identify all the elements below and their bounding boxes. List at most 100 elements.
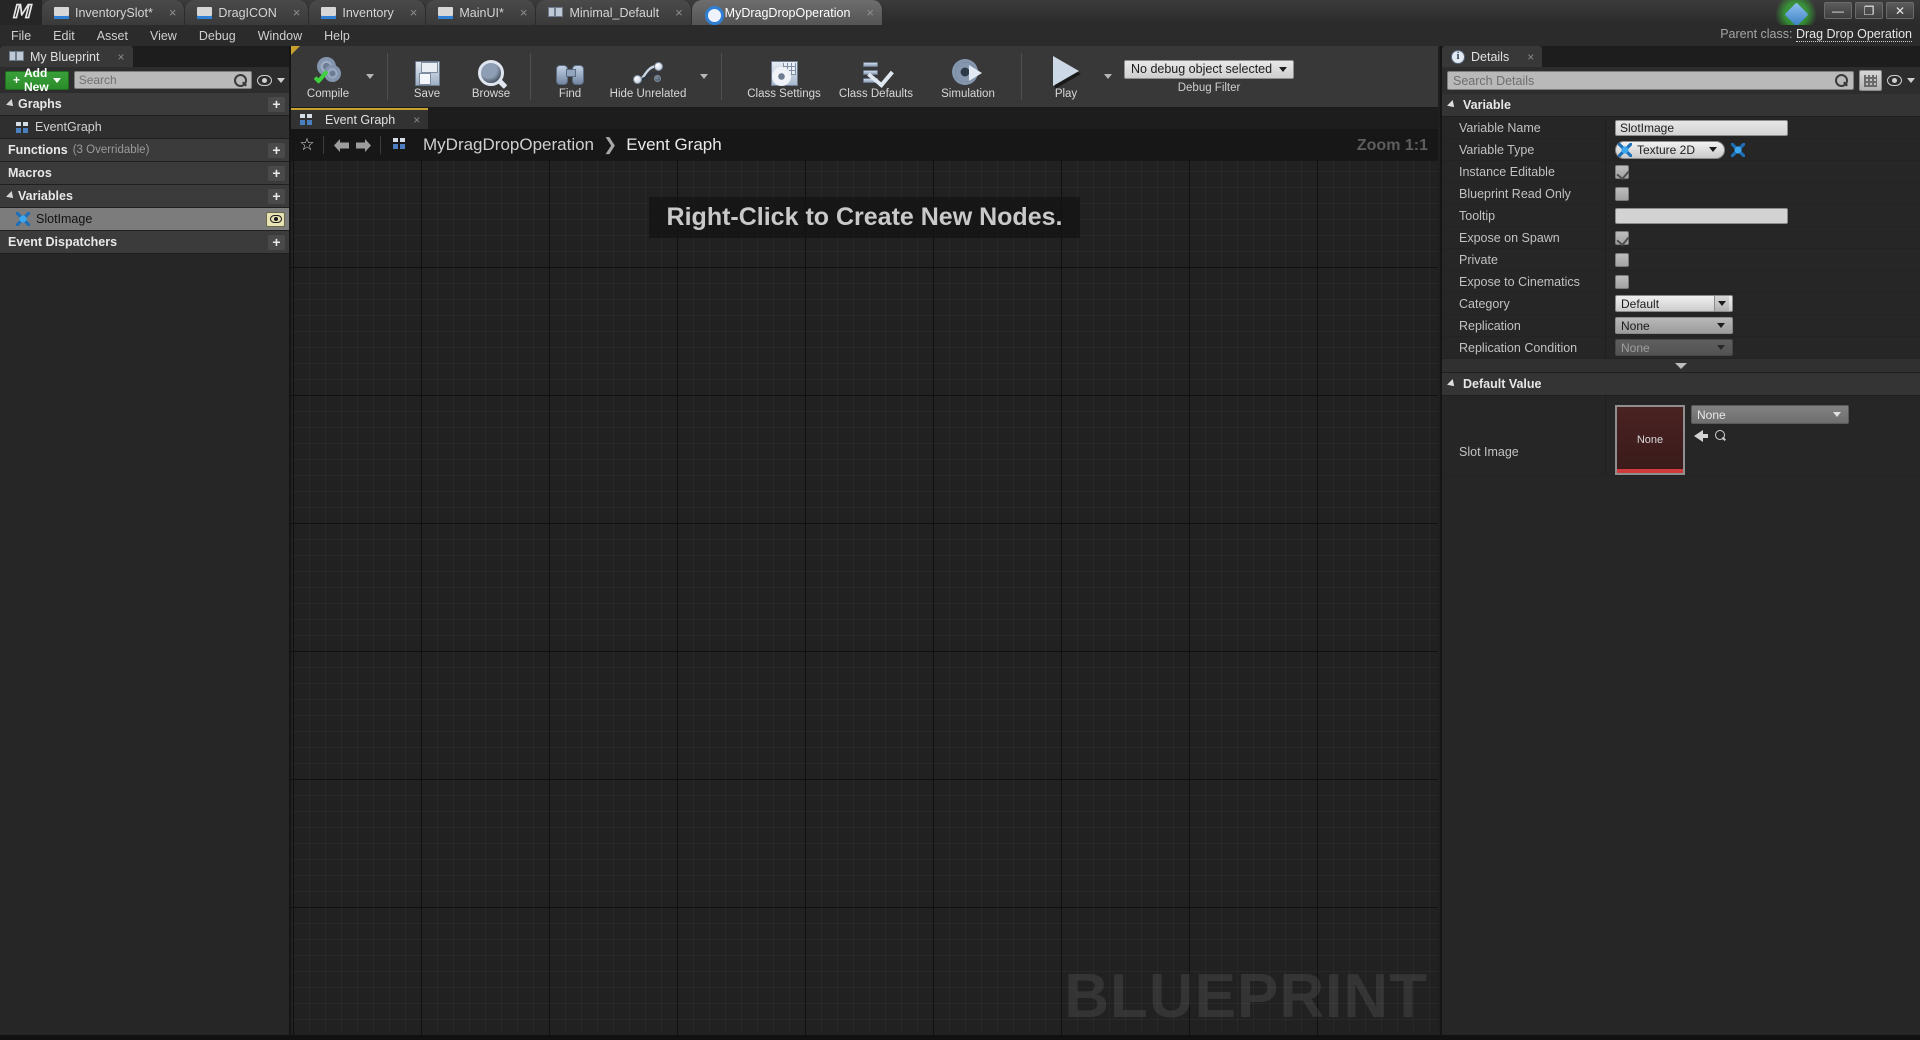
menu-help[interactable]: Help (313, 25, 361, 48)
tab-my-blueprint[interactable]: My Blueprint × (0, 46, 133, 67)
close-icon[interactable]: × (410, 5, 418, 20)
section-variables[interactable]: Variables + (0, 185, 289, 208)
details-view-options-button[interactable] (1859, 70, 1882, 91)
blueprint-read-only-checkbox[interactable] (1615, 186, 1629, 201)
tooltip-input[interactable] (1615, 207, 1788, 224)
blueprint-canvas[interactable]: ☆ MyDragDropOperation ❯ Event Graph Zoom… (291, 129, 1438, 1040)
menu-window[interactable]: Window (247, 25, 313, 48)
details-search[interactable] (1447, 71, 1854, 90)
document-tab-mydragdropoperation[interactable]: MyDragDropOperation × (691, 0, 883, 25)
browse-button[interactable]: Browse (459, 46, 523, 107)
details-section-variable[interactable]: Variable (1442, 94, 1920, 117)
add-graph-button[interactable]: + (268, 96, 285, 112)
close-icon[interactable]: × (675, 5, 683, 20)
use-selected-asset-icon[interactable] (1694, 430, 1708, 442)
property-value (1605, 227, 1920, 248)
add-variable-button[interactable]: + (268, 188, 285, 204)
menu-file[interactable]: File (0, 25, 42, 48)
restore-button[interactable]: ❐ (1855, 2, 1883, 19)
document-tab-minimal-default[interactable]: Minimal_Default × (536, 0, 692, 25)
section-functions[interactable]: Functions (3 Overridable) + (0, 139, 289, 162)
close-icon[interactable]: × (413, 113, 420, 127)
document-tab-mainui[interactable]: MainUI* × (426, 0, 537, 25)
asset-thumbnail[interactable]: None (1615, 405, 1685, 475)
class-defaults-button[interactable]: Class Defaults (830, 46, 922, 107)
details-expander-toggle[interactable] (1442, 359, 1920, 373)
section-event-dispatchers[interactable]: Event Dispatchers + (0, 231, 289, 254)
category-value: Default (1621, 296, 1660, 311)
visibility-eye-icon[interactable] (1887, 75, 1902, 86)
expand-triangle-icon (1447, 379, 1457, 389)
close-icon[interactable]: × (169, 5, 177, 20)
document-tab-inventoryslot[interactable]: InventorySlot* × (42, 0, 186, 25)
breadcrumb: MyDragDropOperation ❯ Event Graph (423, 135, 722, 155)
my-blueprint-search[interactable] (73, 71, 252, 89)
texture-pin-icon[interactable] (1731, 142, 1745, 157)
expose-to-cinematics-checkbox[interactable] (1615, 274, 1629, 289)
simulation-button[interactable]: Simulation (922, 46, 1014, 107)
search-input[interactable] (78, 73, 234, 87)
chevron-down-icon[interactable] (276, 77, 285, 83)
toolbar-group-class: Class Settings Class Defaults Simulation (724, 46, 1019, 107)
save-button[interactable]: Save (395, 46, 459, 107)
close-button[interactable]: ✕ (1886, 2, 1914, 19)
close-icon[interactable]: × (293, 5, 301, 20)
search-details-input[interactable] (1453, 73, 1835, 88)
close-icon[interactable]: × (1527, 50, 1534, 64)
hide-unrelated-options-dropdown[interactable] (694, 46, 714, 107)
menu-edit[interactable]: Edit (42, 25, 86, 48)
list-item-eventgraph[interactable]: EventGraph (0, 116, 289, 139)
list-item-slotimage[interactable]: SlotImage (0, 208, 289, 231)
close-icon[interactable]: × (520, 5, 528, 20)
menu-debug[interactable]: Debug (188, 25, 247, 48)
instance-editable-checkbox[interactable] (1615, 164, 1629, 179)
details-section-default-value[interactable]: Default Value (1442, 373, 1920, 396)
debug-object-select[interactable]: No debug object selected (1124, 59, 1295, 79)
add-function-button[interactable]: + (268, 142, 285, 158)
minimize-button[interactable]: — (1824, 2, 1852, 19)
replication-select[interactable]: None (1615, 317, 1733, 334)
property-label: Slot Image (1459, 444, 1519, 459)
forward-arrow-icon[interactable] (352, 135, 374, 155)
section-graphs[interactable]: Graphs + (0, 93, 289, 116)
visibility-eye-icon[interactable] (266, 211, 285, 227)
play-button[interactable]: Play (1034, 46, 1098, 107)
star-icon[interactable]: ☆ (297, 135, 317, 155)
find-button[interactable]: Find (538, 46, 602, 107)
compile-options-dropdown[interactable] (360, 46, 380, 107)
close-icon[interactable]: × (866, 5, 874, 20)
toolbar-group-graph: Find Hide Unrelated (533, 46, 719, 107)
menu-asset[interactable]: Asset (86, 25, 139, 48)
category-select[interactable]: Default (1615, 295, 1733, 312)
chevron-down-icon[interactable] (1907, 78, 1915, 83)
breadcrumb-item-blueprint[interactable]: MyDragDropOperation (423, 135, 594, 155)
compile-button[interactable]: Compile (296, 46, 360, 107)
add-macro-button[interactable]: + (268, 165, 285, 181)
browse-to-asset-icon[interactable] (1715, 430, 1727, 442)
replication-condition-select[interactable]: None (1615, 339, 1733, 356)
hide-unrelated-button[interactable]: Hide Unrelated (602, 46, 694, 107)
add-new-button[interactable]: + Add New (5, 66, 69, 94)
document-tab-dragicon[interactable]: DragICON × (185, 0, 310, 25)
chevron-down-icon (52, 77, 61, 83)
expose-on-spawn-checkbox[interactable] (1615, 230, 1629, 245)
private-checkbox[interactable] (1615, 252, 1629, 267)
class-settings-button[interactable]: Class Settings (738, 46, 830, 107)
close-icon[interactable]: × (117, 50, 124, 64)
visibility-eye-icon[interactable] (256, 74, 272, 86)
my-blueprint-toolbar: + Add New (0, 66, 289, 94)
document-tab-inventory[interactable]: Inventory × (309, 0, 427, 25)
tab-details[interactable]: i Details × (1442, 46, 1543, 67)
play-options-dropdown[interactable] (1098, 46, 1118, 107)
variable-type-select[interactable]: Texture 2D (1615, 140, 1725, 159)
variable-name-input[interactable]: SlotImage (1615, 119, 1788, 136)
slot-image-asset-select[interactable]: None (1691, 405, 1849, 424)
section-macros[interactable]: Macros + (0, 162, 289, 185)
back-arrow-icon[interactable] (330, 135, 352, 155)
add-event-dispatcher-button[interactable]: + (268, 234, 285, 250)
tab-event-graph[interactable]: Event Graph × (291, 108, 429, 129)
parent-class-link[interactable]: Drag Drop Operation (1795, 27, 1912, 42)
breadcrumb-item-graph[interactable]: Event Graph (626, 135, 721, 155)
unreal-logo-icon[interactable]: 𝕄 (0, 0, 42, 25)
menu-view[interactable]: View (139, 25, 188, 48)
